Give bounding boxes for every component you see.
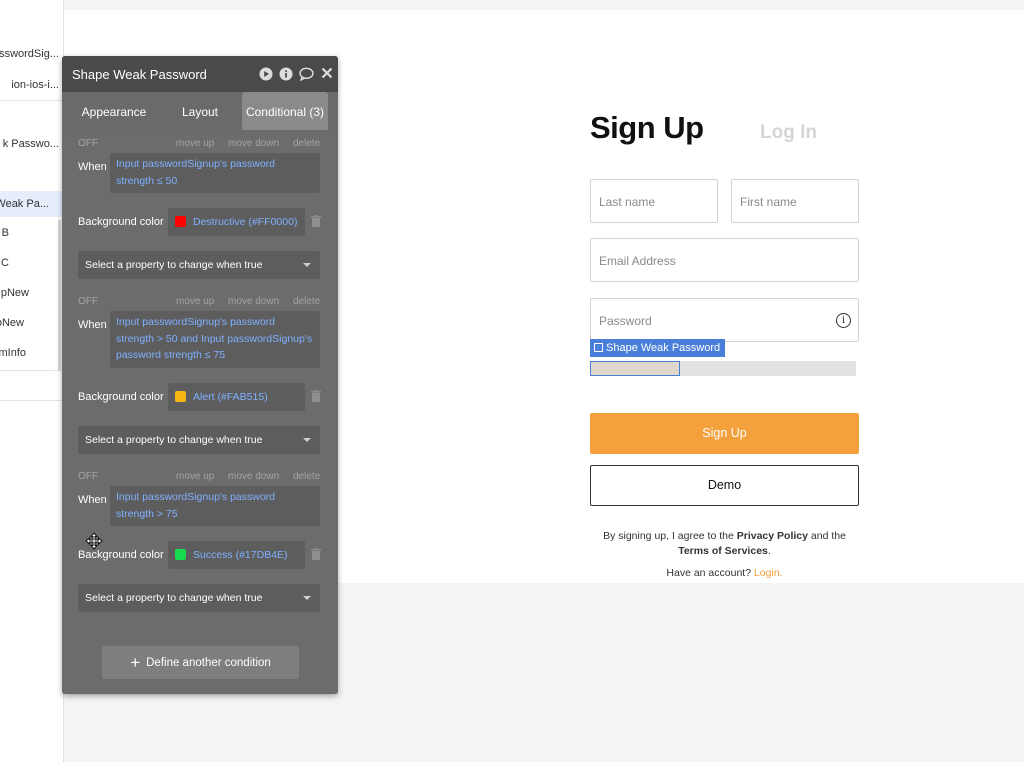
off-toggle[interactable]: OFF <box>78 296 98 307</box>
login-link[interactable]: Login. <box>754 567 783 579</box>
panel-header: Shape Weak Password <box>62 56 338 92</box>
color-value: Destructive (#FF0000) <box>193 216 298 228</box>
move-down-button[interactable]: move down <box>228 471 279 482</box>
property-select[interactable]: Select a property to change when true <box>78 584 320 612</box>
off-toggle[interactable]: OFF <box>78 471 98 482</box>
play-icon[interactable] <box>259 67 273 81</box>
tab-layout[interactable]: Layout <box>166 92 234 130</box>
divider <box>0 400 63 401</box>
selection-badge-label: Shape Weak Password <box>606 342 721 354</box>
tree-item[interactable]: k Passwo... <box>3 138 59 150</box>
condition-expression[interactable]: Input passwordSignup's password strength… <box>110 311 320 368</box>
first-name-field[interactable]: First name <box>731 179 859 223</box>
tree-item[interactable]: asswordSig... <box>0 48 59 60</box>
background-color-label: Background color <box>78 216 164 228</box>
password-field[interactable]: Password <box>590 298 859 342</box>
close-icon[interactable] <box>320 67 334 81</box>
delete-button[interactable]: delete <box>293 138 320 149</box>
tab-conditional[interactable]: Conditional (3) <box>242 92 328 130</box>
property-select-label: Select a property to change when true <box>85 592 263 604</box>
move-down-button[interactable]: move down <box>228 138 279 149</box>
move-up-button[interactable]: move up <box>176 138 214 149</box>
property-select-label: Select a property to change when true <box>85 259 263 271</box>
tree-item-selected[interactable]: Weak Pa... <box>0 191 63 217</box>
delete-button[interactable]: delete <box>293 296 320 307</box>
signup-button[interactable]: Sign Up <box>590 413 859 454</box>
terms-and: and the <box>807 530 846 542</box>
color-value: Alert (#FAB515) <box>193 391 268 403</box>
comment-icon[interactable] <box>299 67 314 82</box>
demo-button[interactable]: Demo <box>590 465 859 506</box>
when-label: When <box>78 161 107 173</box>
delete-button[interactable]: delete <box>293 471 320 482</box>
chevron-down-icon <box>303 596 311 600</box>
plus-icon: + <box>130 653 141 672</box>
move-cursor-icon <box>85 532 103 550</box>
chevron-down-icon <box>303 263 311 267</box>
background-color-picker[interactable]: Alert (#FAB515) <box>168 383 305 411</box>
tree-item[interactable]: mInfo <box>0 347 26 359</box>
tab-appearance[interactable]: Appearance <box>62 92 166 130</box>
color-swatch <box>175 391 186 402</box>
last-name-field[interactable]: Last name <box>590 179 718 223</box>
condition-expression[interactable]: Input passwordSignup's password strength… <box>110 486 320 526</box>
when-label: When <box>78 319 107 331</box>
terms-suffix: . <box>767 545 771 557</box>
tree-scrollbar[interactable] <box>58 220 61 370</box>
trash-icon[interactable] <box>311 548 321 560</box>
canvas-margin <box>64 0 1024 10</box>
weak-password-shape[interactable] <box>590 361 680 376</box>
divider <box>0 100 63 101</box>
conditions-list: OFF move up move down delete When Input … <box>62 130 338 694</box>
tree-item[interactable]: ion-ios-i... <box>11 79 59 91</box>
element-tree: asswordSig... ion-ios-i... k Passwo... W… <box>0 0 64 762</box>
background-color-picker[interactable]: Success (#17DB4E) <box>168 541 305 569</box>
condition-expression[interactable]: Input passwordSignup's password strength… <box>110 153 320 193</box>
terms-of-services-link[interactable]: Terms of Services <box>678 545 768 557</box>
define-button-label: Define another condition <box>146 657 271 669</box>
info-icon[interactable] <box>279 67 293 81</box>
have-account-text: Have an account? Login. <box>590 567 859 579</box>
email-field[interactable]: Email Address <box>590 238 859 282</box>
selection-badge: Shape Weak Password <box>590 339 726 357</box>
move-down-button[interactable]: move down <box>228 296 279 307</box>
signup-title: Sign Up <box>590 110 704 145</box>
checkbox-icon <box>594 343 603 352</box>
background-color-picker[interactable]: Destructive (#FF0000) <box>168 208 305 236</box>
tree-item-label: Weak Pa... <box>0 198 49 210</box>
tree-item[interactable]: UpNew <box>0 287 29 299</box>
chevron-down-icon <box>303 438 311 442</box>
terms-prefix: By signing up, I agree to the <box>603 530 737 542</box>
trash-icon[interactable] <box>311 390 321 402</box>
color-swatch <box>175 549 186 560</box>
off-toggle[interactable]: OFF <box>78 138 98 149</box>
color-swatch <box>175 216 186 227</box>
move-up-button[interactable]: move up <box>176 471 214 482</box>
tree-item[interactable]: oNew <box>0 317 24 329</box>
panel-title: Shape Weak Password <box>72 67 207 82</box>
move-up-button[interactable]: move up <box>176 296 214 307</box>
background-color-label: Background color <box>78 549 164 561</box>
property-select[interactable]: Select a property to change when true <box>78 251 320 279</box>
property-editor-panel: Shape Weak Password Appearance Layout Co… <box>62 56 338 694</box>
property-select[interactable]: Select a property to change when true <box>78 426 320 454</box>
trash-icon[interactable] <box>311 215 321 227</box>
tree-item[interactable]: C <box>1 257 9 269</box>
login-tab[interactable]: Log In <box>760 122 817 144</box>
panel-tabs: Appearance Layout Conditional (3) <box>62 92 338 130</box>
property-select-label: Select a property to change when true <box>85 434 263 446</box>
terms-text: By signing up, I agree to the Privacy Po… <box>590 529 859 559</box>
background-color-label: Background color <box>78 391 164 403</box>
privacy-policy-link[interactable]: Privacy Policy <box>737 530 808 542</box>
have-account-label: Have an account? <box>666 567 754 579</box>
info-icon[interactable]: i <box>836 313 851 328</box>
define-another-condition-button[interactable]: + Define another condition <box>102 646 299 679</box>
tree-item[interactable]: B <box>2 227 9 239</box>
divider <box>0 370 63 371</box>
when-label: When <box>78 494 107 506</box>
color-value: Success (#17DB4E) <box>193 549 288 561</box>
